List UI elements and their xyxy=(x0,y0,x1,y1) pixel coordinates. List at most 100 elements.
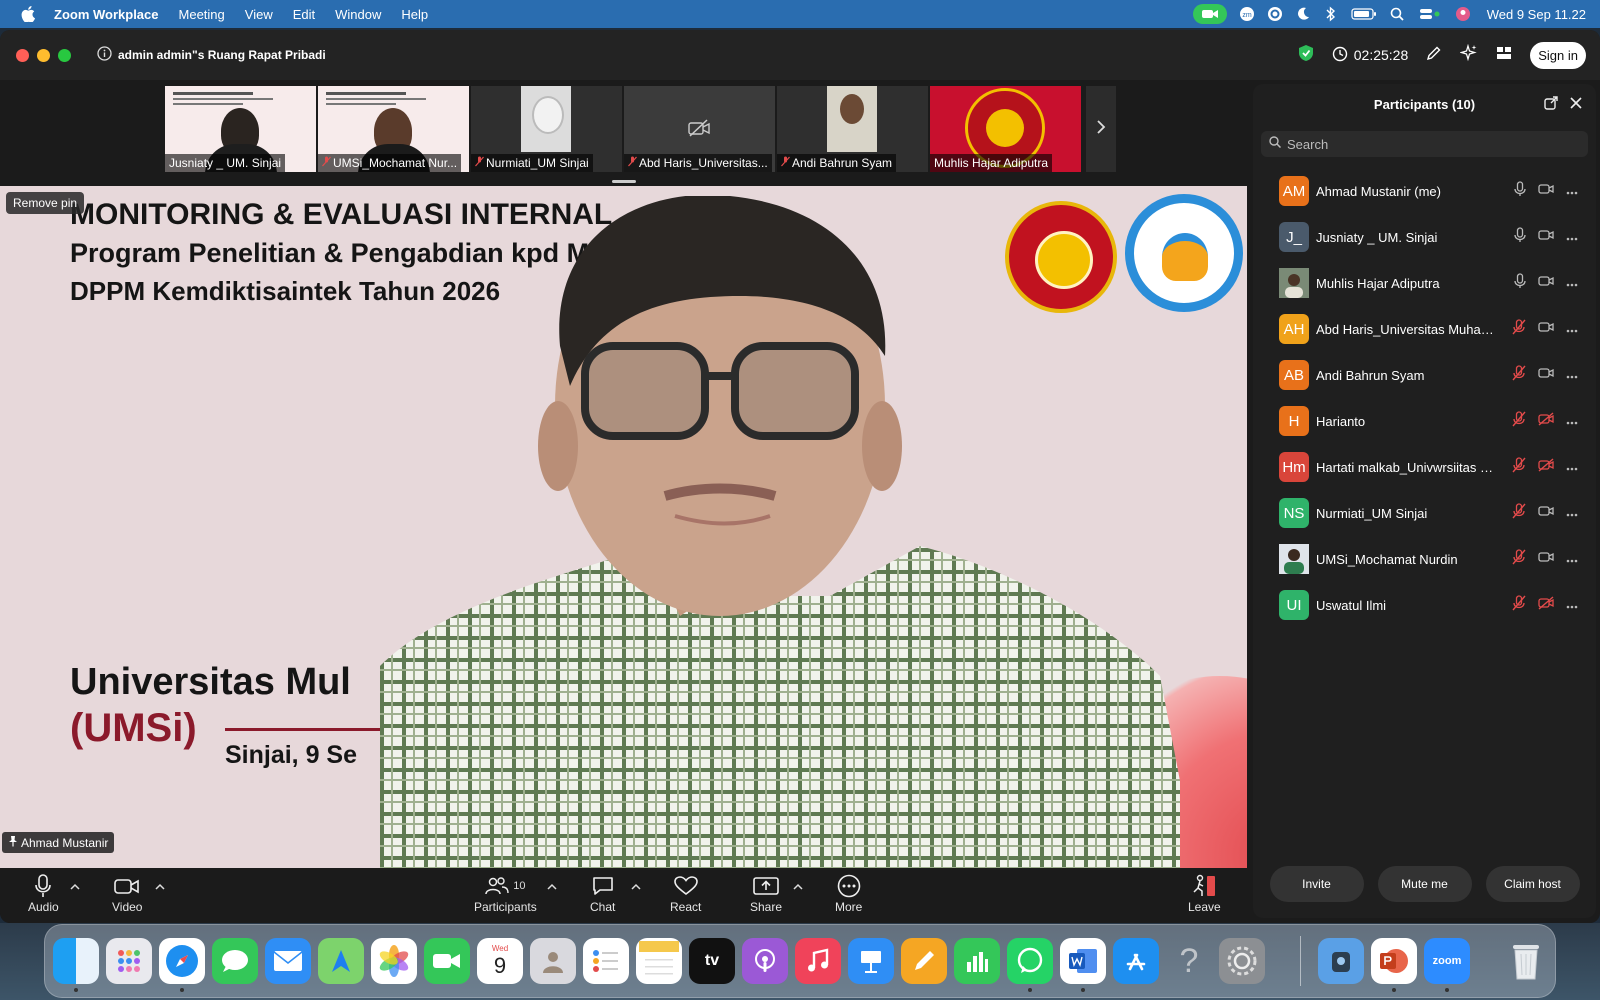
mic-muted-icon[interactable] xyxy=(1512,502,1526,524)
video-camera-icon[interactable] xyxy=(1538,274,1554,292)
ai-sparkle-icon[interactable] xyxy=(1459,43,1478,67)
more-options-icon[interactable] xyxy=(1566,550,1578,568)
mic-muted-icon[interactable] xyxy=(1512,456,1526,478)
participants-button[interactable]: 10 Participants xyxy=(474,872,537,914)
mic-icon[interactable] xyxy=(1514,180,1526,202)
more-options-icon[interactable] xyxy=(1566,412,1578,430)
participants-search-input[interactable] xyxy=(1287,136,1577,152)
more-options-icon[interactable] xyxy=(1566,504,1578,522)
thumbnail-abd-haris[interactable]: Abd Haris_Universitas... xyxy=(624,86,775,172)
menubar-clock[interactable]: Wed 9 Sep 11.22 xyxy=(1487,7,1586,22)
shield-icon[interactable] xyxy=(1298,44,1314,67)
participant-row[interactable]: Muhlis Hajar Adiputra xyxy=(1253,260,1596,306)
mic-icon[interactable] xyxy=(1514,226,1526,248)
finder-icon[interactable] xyxy=(53,938,99,984)
moon-icon[interactable] xyxy=(1295,6,1311,22)
trash-icon[interactable] xyxy=(1503,938,1549,984)
more-options-icon[interactable] xyxy=(1566,596,1578,614)
reminders-icon[interactable] xyxy=(583,938,629,984)
mic-icon[interactable] xyxy=(1514,272,1526,294)
menu-help[interactable]: Help xyxy=(391,7,438,22)
video-button[interactable]: Video xyxy=(112,872,142,914)
spotlight-search-icon[interactable] xyxy=(1389,6,1405,22)
video-off-icon[interactable] xyxy=(1538,411,1554,431)
react-button[interactable]: React xyxy=(670,872,701,914)
keynote-icon[interactable] xyxy=(848,938,894,984)
podcasts-icon[interactable] xyxy=(742,938,788,984)
participants-search-box[interactable] xyxy=(1261,131,1588,157)
chat-options-caret-icon[interactable] xyxy=(631,878,641,896)
more-options-icon[interactable] xyxy=(1566,320,1578,338)
more-options-icon[interactable] xyxy=(1566,228,1578,246)
mic-muted-icon[interactable] xyxy=(1512,364,1526,386)
menu-edit[interactable]: Edit xyxy=(283,7,325,22)
participants-options-caret-icon[interactable] xyxy=(547,878,557,896)
video-camera-icon[interactable] xyxy=(1538,550,1554,568)
participant-row[interactable]: J_ Jusniaty _ UM. Sinjai xyxy=(1253,214,1596,260)
video-camera-icon[interactable] xyxy=(1538,366,1554,384)
thumbnail-umsi-mochamat[interactable]: UMSi_Mochamat Nur... xyxy=(318,86,469,172)
battery-icon[interactable] xyxy=(1351,6,1377,22)
thumbnail-jusniaty[interactable]: Jusniaty _ UM. Sinjai xyxy=(165,86,316,172)
system-settings-icon[interactable] xyxy=(1219,938,1265,984)
menu-view[interactable]: View xyxy=(235,7,283,22)
more-options-icon[interactable] xyxy=(1566,458,1578,476)
notes-icon[interactable] xyxy=(636,938,682,984)
numbers-icon[interactable] xyxy=(954,938,1000,984)
thumbnail-nurmiati[interactable]: Nurmiati_UM Sinjai xyxy=(471,86,622,172)
meeting-timer[interactable]: 02:25:28 xyxy=(1332,46,1408,65)
launchpad-icon[interactable] xyxy=(106,938,152,984)
video-camera-icon[interactable] xyxy=(1538,320,1554,338)
facetime-icon[interactable] xyxy=(424,938,470,984)
photos-icon[interactable] xyxy=(371,938,417,984)
audio-options-caret-icon[interactable] xyxy=(70,878,80,896)
grammarly-icon[interactable] xyxy=(1267,6,1283,22)
mute-me-button[interactable]: Mute me xyxy=(1377,866,1472,902)
safari-icon[interactable] xyxy=(159,938,205,984)
powerpoint-icon[interactable] xyxy=(1371,938,1417,984)
annotate-pencil-icon[interactable] xyxy=(1426,45,1442,66)
sign-in-button[interactable]: Sign in xyxy=(1530,41,1586,69)
app-store-icon[interactable] xyxy=(1113,938,1159,984)
video-off-icon[interactable] xyxy=(1538,595,1554,615)
gallery-view-icon[interactable] xyxy=(1496,45,1512,66)
mic-muted-icon[interactable] xyxy=(1512,410,1526,432)
messages-icon[interactable] xyxy=(212,938,258,984)
menu-window[interactable]: Window xyxy=(325,7,391,22)
zm-status-icon[interactable]: zm xyxy=(1239,6,1255,22)
whatsapp-icon[interactable] xyxy=(1007,938,1053,984)
more-options-icon[interactable] xyxy=(1566,274,1578,292)
maps-icon[interactable] xyxy=(318,938,364,984)
mic-muted-icon[interactable] xyxy=(1512,548,1526,570)
mic-muted-icon[interactable] xyxy=(1512,594,1526,616)
help-question-icon[interactable]: ? xyxy=(1166,938,1212,984)
thumbnail-andi-bahrun[interactable]: Andi Bahrun Syam xyxy=(777,86,928,172)
claim-host-button[interactable]: Claim host xyxy=(1485,866,1580,902)
mic-muted-icon[interactable] xyxy=(1512,318,1526,340)
participant-row[interactable]: Hm Hartati malkab_Univwrsiitas M... xyxy=(1253,444,1596,490)
apple-tv-icon[interactable]: tv xyxy=(689,938,735,984)
more-options-icon[interactable] xyxy=(1566,182,1578,200)
video-options-caret-icon[interactable] xyxy=(155,878,165,896)
zoom-app-icon[interactable]: zoom xyxy=(1424,938,1470,984)
microsoft-word-icon[interactable] xyxy=(1060,938,1106,984)
mail-icon[interactable] xyxy=(265,938,311,984)
audio-button[interactable]: Audio xyxy=(28,872,59,914)
contacts-icon[interactable] xyxy=(530,938,576,984)
video-camera-icon[interactable] xyxy=(1538,504,1554,522)
fullscreen-window-button[interactable] xyxy=(58,48,71,62)
pinned-video-stage[interactable]: Remove pin MONITORING & EVALUASI INTERNA… xyxy=(0,186,1247,868)
control-center-icon[interactable] xyxy=(1417,6,1443,22)
participant-row[interactable]: NS Nurmiati_UM Sinjai xyxy=(1253,490,1596,536)
music-icon[interactable] xyxy=(795,938,841,984)
pages-icon[interactable] xyxy=(901,938,947,984)
bluetooth-icon[interactable] xyxy=(1323,6,1339,22)
strip-resize-handle[interactable] xyxy=(612,180,636,183)
participant-row[interactable]: H Harianto xyxy=(1253,398,1596,444)
more-button[interactable]: More xyxy=(835,872,862,914)
close-window-button[interactable] xyxy=(16,48,29,62)
participant-row[interactable]: UI Uswatul Ilmi xyxy=(1253,582,1596,628)
participant-row[interactable]: AH Abd Haris_Universitas Muham... xyxy=(1253,306,1596,352)
share-options-caret-icon[interactable] xyxy=(793,878,803,896)
menu-app-name[interactable]: Zoom Workplace xyxy=(40,7,169,22)
